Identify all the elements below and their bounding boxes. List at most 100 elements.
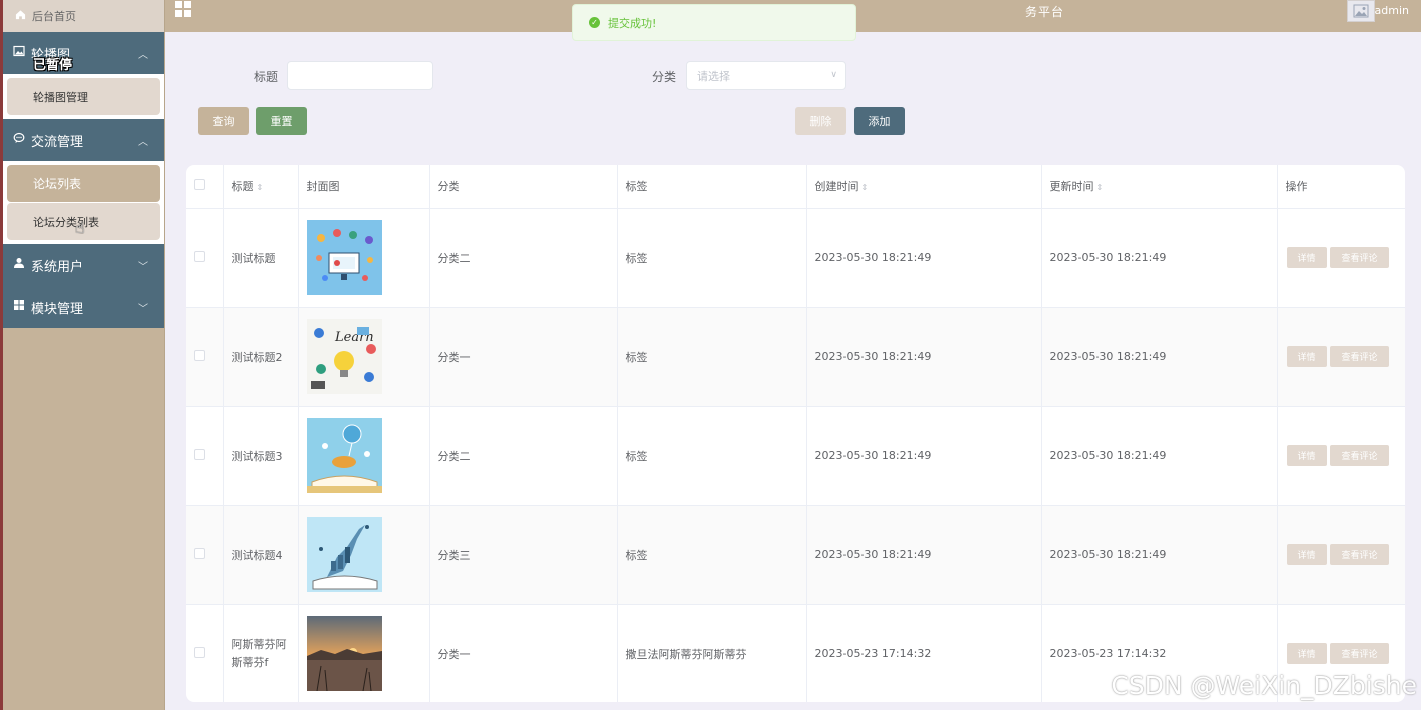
sidebar-item-carousel-manage[interactable]: 轮播图管理 bbox=[7, 78, 160, 115]
sidebar-item-label: 后台首页 bbox=[32, 10, 76, 23]
table-row: 测试标题 分类二 标签 2023-05-30 18:21:49 2023-05-… bbox=[186, 208, 1405, 308]
row-created: 2023-05-30 18:21:49 bbox=[806, 208, 1042, 308]
row-category: 分类二 bbox=[429, 208, 618, 308]
column-header-cover: 封面图 bbox=[298, 165, 430, 209]
row-tag: 撒旦法阿斯蒂芬阿斯蒂芬 bbox=[617, 604, 807, 702]
toast-message: 提交成功! bbox=[608, 16, 657, 30]
column-header-updated[interactable]: 更新时间 ⇕ bbox=[1041, 165, 1278, 209]
chevron-down-icon: ﹀ bbox=[138, 262, 148, 273]
sidebar-group-label: 交流管理 bbox=[31, 134, 84, 150]
row-category: 分类一 bbox=[429, 307, 618, 407]
sort-icon[interactable]: ⇕ bbox=[862, 183, 869, 192]
detail-button[interactable]: 详情 bbox=[1286, 346, 1327, 367]
cover-image bbox=[306, 517, 382, 592]
detail-button[interactable]: 详情 bbox=[1286, 544, 1327, 565]
forum-table: 标题 ⇕ 封面图 分类 标签 创建时间 ⇕ 更新时间 ⇕ 操作 测试标题 分类二… bbox=[186, 165, 1405, 702]
view-comments-button[interactable]: 查看评论 bbox=[1330, 445, 1389, 466]
sidebar-item-forum-list[interactable]: 论坛列表 bbox=[7, 165, 160, 202]
paused-overlay: 已暂停 bbox=[33, 58, 73, 73]
main-content: 标题 分类 请选择 ∨ 查询 重置 删除 添加 标题 ⇕ 封面图 分类 标签 创建… bbox=[165, 32, 1421, 710]
platform-title: 务平台 bbox=[1025, 5, 1065, 19]
row-actions: 详情 查看评论 bbox=[1277, 307, 1405, 407]
title-filter-label: 标题 bbox=[254, 70, 279, 84]
detail-button[interactable]: 详情 bbox=[1286, 445, 1327, 466]
chevron-up-icon: ︿ bbox=[138, 50, 148, 61]
column-header-tag: 标签 bbox=[617, 165, 807, 209]
row-cover bbox=[298, 406, 430, 506]
row-updated: 2023-05-30 18:21:49 bbox=[1041, 307, 1278, 407]
row-title: 测试标题3 bbox=[223, 406, 299, 506]
row-actions: 详情 查看评论 bbox=[1277, 505, 1405, 605]
row-checkbox[interactable] bbox=[194, 349, 205, 361]
view-comments-button[interactable]: 查看评论 bbox=[1330, 544, 1389, 565]
add-button[interactable]: 添加 bbox=[854, 107, 905, 135]
row-updated: 2023-05-30 18:21:49 bbox=[1041, 208, 1278, 308]
row-title: 测试标题4 bbox=[223, 505, 299, 605]
column-header-title[interactable]: 标题 ⇕ bbox=[223, 165, 299, 209]
detail-button[interactable]: 详情 bbox=[1286, 643, 1327, 664]
column-header-actions: 操作 bbox=[1277, 165, 1405, 209]
table-header-row: 标题 ⇕ 封面图 分类 标签 创建时间 ⇕ 更新时间 ⇕ 操作 bbox=[186, 165, 1405, 209]
select-all-cell bbox=[186, 165, 224, 209]
sidebar-group-carousel[interactable]: 轮播图 ︿ bbox=[3, 32, 164, 74]
category-placeholder: 请选择 bbox=[697, 69, 730, 83]
row-created: 2023-05-30 18:21:49 bbox=[806, 307, 1042, 407]
cover-image bbox=[306, 418, 382, 493]
detail-button[interactable]: 详情 bbox=[1286, 247, 1327, 268]
home-icon bbox=[15, 9, 26, 23]
row-checkbox[interactable] bbox=[194, 547, 205, 559]
reset-button[interactable]: 重置 bbox=[256, 107, 307, 135]
row-created: 2023-05-30 18:21:49 bbox=[806, 505, 1042, 605]
check-circle-icon: ✓ bbox=[589, 17, 600, 28]
row-category: 分类一 bbox=[429, 604, 618, 702]
row-cover bbox=[298, 505, 430, 605]
watermark: CSDN @WeiXin_DZbishe bbox=[1111, 671, 1417, 700]
chat-icon bbox=[13, 132, 25, 148]
chevron-up-icon: ︿ bbox=[138, 137, 148, 148]
sidebar-group-modules[interactable]: 模块管理 ﹀ bbox=[3, 286, 164, 328]
sidebar-item-home[interactable]: 后台首页 bbox=[3, 0, 164, 32]
sidebar-group-communication[interactable]: 交流管理 ︿ bbox=[3, 119, 164, 161]
hand-cursor-icon: ☝ bbox=[75, 218, 85, 237]
row-tag: 标签 bbox=[617, 208, 807, 308]
table-row: 测试标题2 Learn 分类一 标签 2023-05-30 18:21:49 2… bbox=[186, 307, 1405, 407]
title-filter-input[interactable] bbox=[287, 61, 433, 90]
query-button[interactable]: 查询 bbox=[198, 107, 249, 135]
sort-icon[interactable]: ⇕ bbox=[1097, 183, 1104, 192]
grid-icon bbox=[13, 299, 25, 315]
menu-toggle-icon[interactable] bbox=[175, 1, 191, 17]
sort-icon[interactable]: ⇕ bbox=[257, 183, 264, 192]
category-filter-label: 分类 bbox=[652, 70, 677, 84]
category-select[interactable]: 请选择 ∨ bbox=[686, 61, 846, 90]
row-title: 测试标题2 bbox=[223, 307, 299, 407]
row-actions: 详情 查看评论 bbox=[1277, 406, 1405, 506]
row-tag: 标签 bbox=[617, 406, 807, 506]
select-all-checkbox[interactable] bbox=[194, 179, 205, 191]
table-row: 测试标题3 分类二 标签 2023-05-30 18:21:49 2023-05… bbox=[186, 406, 1405, 506]
view-comments-button[interactable]: 查看评论 bbox=[1330, 346, 1389, 367]
sidebar-group-system-users[interactable]: 系统用户 ﹀ bbox=[3, 244, 164, 286]
sidebar-group-label: 模块管理 bbox=[31, 301, 84, 317]
username[interactable]: admin bbox=[1375, 4, 1409, 17]
row-actions: 详情 查看评论 bbox=[1277, 208, 1405, 308]
row-title: 测试标题 bbox=[223, 208, 299, 308]
row-cover bbox=[298, 208, 430, 308]
view-comments-button[interactable]: 查看评论 bbox=[1330, 643, 1389, 664]
view-comments-button[interactable]: 查看评论 bbox=[1330, 247, 1389, 268]
image-icon bbox=[13, 45, 25, 61]
table-row: 测试标题4 分类三 标签 2023-05-30 18:21:49 2023-05… bbox=[186, 505, 1405, 605]
row-updated: 2023-05-30 18:21:49 bbox=[1041, 505, 1278, 605]
row-checkbox[interactable] bbox=[194, 448, 205, 460]
row-checkbox[interactable] bbox=[194, 250, 205, 262]
cover-image bbox=[306, 616, 382, 691]
cover-image bbox=[306, 220, 382, 295]
sidebar: 后台首页 轮播图 ︿ 轮播图管理 交流管理 ︿ 论坛列表 论坛分类列表 系统用户… bbox=[0, 0, 165, 710]
chevron-down-icon: ﹀ bbox=[138, 304, 148, 315]
delete-button[interactable]: 删除 bbox=[795, 107, 846, 135]
cover-image: Learn bbox=[306, 319, 382, 394]
column-header-created[interactable]: 创建时间 ⇕ bbox=[806, 165, 1042, 209]
avatar[interactable] bbox=[1347, 0, 1375, 22]
row-title: 阿斯蒂芬阿斯蒂芬f bbox=[223, 604, 299, 702]
row-updated: 2023-05-30 18:21:49 bbox=[1041, 406, 1278, 506]
row-checkbox[interactable] bbox=[194, 646, 205, 658]
